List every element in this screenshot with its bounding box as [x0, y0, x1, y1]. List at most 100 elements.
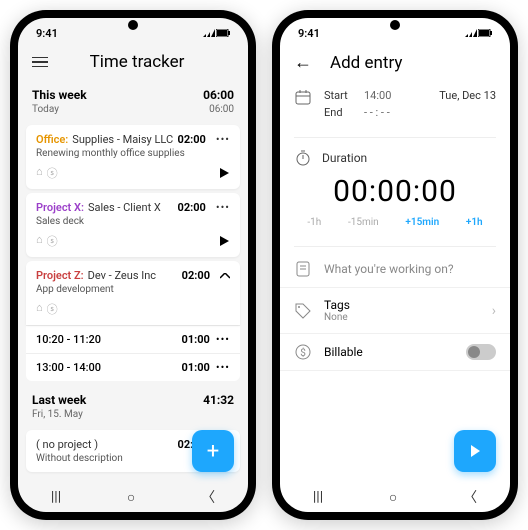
plus-15m-button[interactable]: +15min	[405, 217, 439, 228]
status-time: 9:41	[36, 27, 58, 40]
menu-icon[interactable]	[32, 57, 48, 68]
subsection-total: 06:00	[209, 104, 234, 115]
time-entry[interactable]: Project Z: Dev - Zeus Inc 02:00 App deve…	[26, 261, 240, 325]
tags-row[interactable]: Tags None ›	[280, 288, 510, 334]
sub-range: 10:20 - 11:20	[36, 333, 101, 346]
duration-label: Duration	[322, 151, 367, 165]
entry-desc: App development	[36, 284, 230, 295]
divider	[294, 246, 496, 247]
more-icon[interactable]: •••	[216, 333, 230, 346]
plus-1h-button[interactable]: +1h	[466, 217, 483, 228]
section-this-week: This week 06:00	[18, 82, 248, 104]
header: ← Add entry	[280, 44, 510, 83]
description-row[interactable]: What you're working on?	[280, 251, 510, 288]
tags-value: None	[324, 312, 480, 323]
section-today: Today 06:00	[18, 104, 248, 121]
chevron-right-icon: ›	[492, 303, 496, 319]
project-name: ( no project )	[36, 438, 98, 451]
home-button[interactable]: ○	[127, 489, 135, 506]
screen-left: 9:41 Time tracker This week 06:00 Today …	[18, 18, 248, 512]
entry-time: 02:00	[178, 201, 206, 214]
date-value[interactable]: Tue, Dec 13	[439, 89, 496, 102]
tag-icon: ⌂	[36, 233, 43, 249]
billable-icon: ⓢ	[47, 301, 58, 317]
description-placeholder: What you're working on?	[324, 262, 496, 276]
screen-right: 9:41 ← Add entry Start 14:00 Tue, Dec 13	[280, 18, 510, 512]
recents-button[interactable]: |||	[313, 489, 323, 505]
duration-row: Duration 00:00:00 -1h -15min +15min +1h	[280, 142, 510, 242]
camera-notch	[128, 20, 138, 30]
project-name: Office:	[36, 133, 68, 146]
start-button[interactable]	[454, 430, 496, 472]
section-total: 41:32	[203, 393, 234, 407]
phone-left: 9:41 Time tracker This week 06:00 Today …	[10, 10, 256, 520]
entry-meta-icons: ⌂ ⓢ	[36, 233, 58, 249]
sub-range: 13:00 - 14:00	[36, 361, 101, 374]
more-icon[interactable]: •••	[216, 361, 230, 374]
minus-1h-button[interactable]: -1h	[307, 217, 321, 228]
add-button[interactable]: +	[192, 430, 234, 472]
billable-label: Billable	[324, 345, 454, 359]
status-icons	[465, 29, 492, 37]
billable-row[interactable]: $ Billable	[280, 334, 510, 371]
project-rest: Sales - Client X	[88, 201, 161, 214]
subsection-label: Today	[32, 104, 59, 115]
project-name: Project Z:	[36, 269, 84, 282]
tag-icon: ⌂	[36, 165, 43, 181]
time-entry[interactable]: Office: Supplies - Maisy LLC 02:00 ••• R…	[26, 125, 240, 189]
duration-value[interactable]: 00:00:00	[294, 166, 496, 213]
android-navbar: ||| ○ 〈	[18, 482, 248, 512]
sub-entry[interactable]: 13:00 - 14:00 01:00 •••	[26, 353, 240, 381]
recents-button[interactable]: |||	[51, 489, 61, 505]
more-icon[interactable]: •••	[216, 201, 230, 214]
entry-meta-icons: ⌂ ⓢ	[36, 301, 58, 317]
camera-notch	[390, 20, 400, 30]
sub-entry[interactable]: 10:20 - 11:20 01:00 •••	[26, 325, 240, 353]
entry-desc: Renewing monthly office supplies	[36, 148, 230, 159]
section-title: This week	[32, 88, 87, 102]
back-icon[interactable]: ←	[294, 52, 312, 73]
end-value[interactable]: - - : - -	[364, 106, 390, 119]
play-button[interactable]	[218, 167, 230, 179]
section-last-week: Last week 41:32	[18, 387, 248, 409]
entry-desc: Sales deck	[36, 216, 230, 227]
section-date: Fri, 15. May	[18, 409, 248, 426]
entry-time: 02:00	[178, 133, 206, 146]
section-total: 06:00	[203, 88, 234, 102]
tag-icon	[294, 303, 312, 319]
play-button[interactable]	[218, 235, 230, 247]
stopwatch-icon	[294, 150, 312, 166]
time-range-row[interactable]: Start 14:00 Tue, Dec 13 End - - : - -	[280, 83, 510, 133]
header: Time tracker	[18, 44, 248, 82]
billable-toggle[interactable]	[466, 344, 496, 360]
sub-dur: 01:00	[182, 361, 210, 374]
project-rest: Supplies - Maisy LLC	[72, 133, 173, 146]
svg-text:$: $	[300, 346, 306, 359]
home-button[interactable]: ○	[389, 489, 397, 506]
start-value[interactable]: 14:00	[364, 89, 391, 102]
divider	[294, 137, 496, 138]
more-icon[interactable]: •••	[216, 133, 230, 146]
adjust-buttons: -1h -15min +15min +1h	[294, 213, 496, 238]
start-label: Start	[324, 89, 354, 102]
subsection-label: Fri, 15. May	[32, 409, 83, 420]
time-entry[interactable]: Project X: Sales - Client X 02:00 ••• Sa…	[26, 193, 240, 257]
tags-label: Tags	[324, 298, 480, 312]
back-button[interactable]: 〈	[201, 487, 215, 507]
billable-icon: ⓢ	[47, 233, 58, 249]
sub-dur: 01:00	[182, 333, 210, 346]
end-label: End	[324, 106, 354, 119]
page-title: Time tracker	[60, 52, 214, 72]
page-title: Add entry	[330, 53, 496, 73]
android-navbar: ||| ○ 〈	[280, 482, 510, 512]
project-name: Project X:	[36, 201, 84, 214]
collapse-icon[interactable]	[220, 269, 230, 282]
note-icon	[294, 261, 312, 277]
minus-15m-button[interactable]: -15min	[348, 217, 379, 228]
back-button[interactable]: 〈	[463, 487, 477, 507]
dollar-icon: $	[294, 344, 312, 360]
project-rest: Dev - Zeus Inc	[88, 269, 156, 282]
tag-icon: ⌂	[36, 301, 43, 317]
entry-time: 02:00	[182, 269, 210, 282]
status-icons	[203, 29, 230, 37]
